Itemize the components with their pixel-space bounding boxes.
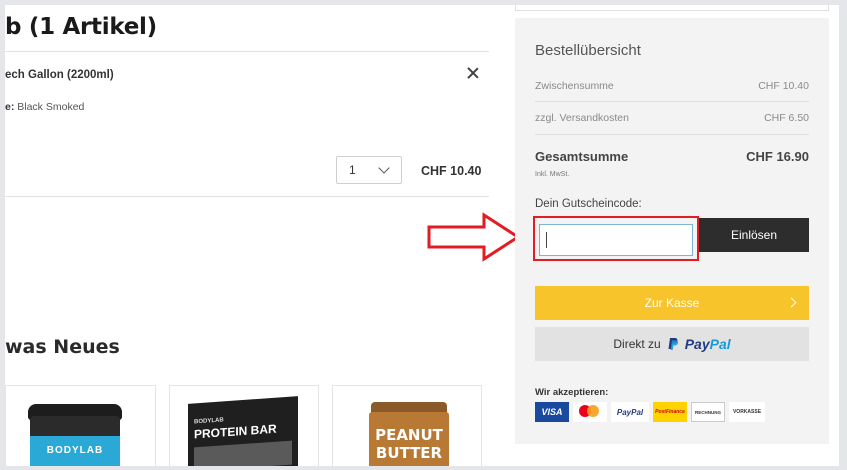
payment-logos: VISA PayPal PostFinance RECHNUNG VORKASS…: [535, 402, 765, 422]
product-card[interactable]: BODYLAB: [5, 385, 156, 466]
product-label: PROTEIN BAR: [194, 421, 277, 442]
annotation-arrow-icon: [427, 212, 521, 262]
product-image: BODYLAB PROTEIN BAR: [188, 396, 298, 466]
chevron-down-icon: [378, 162, 390, 174]
paypal-logo-icon: PayPal: [611, 402, 649, 422]
paypal-prefix: Direkt zu: [613, 337, 661, 351]
line-price: CHF 10.40: [421, 164, 482, 178]
cart-item-name[interactable]: ech Gallon (2200ml): [5, 69, 114, 81]
redeem-voucher-button[interactable]: Einlösen: [699, 218, 809, 252]
shipping-row: zzgl. Versandkosten CHF 6.50: [535, 112, 809, 124]
subtotal-row: Zwischensumme CHF 10.40: [535, 80, 809, 92]
order-summary-panel: Bestellübersicht Zwischensumme CHF 10.40…: [515, 18, 829, 444]
mastercard-logo-icon: [573, 402, 607, 422]
total-row: Gesamtsumme CHF 16.90: [535, 149, 809, 164]
chevron-right-icon: [786, 297, 797, 308]
remove-item-icon[interactable]: [465, 66, 481, 82]
recommendations-title: was Neues: [5, 336, 120, 358]
checkout-button[interactable]: Zur Kasse: [535, 286, 809, 320]
checkout-label: Zur Kasse: [644, 296, 700, 310]
product-card[interactable]: PEANUT BUTTER: [332, 385, 482, 466]
summary-title: Bestellübersicht: [535, 42, 641, 59]
accepted-payments-label: Wir akzeptieren:: [535, 387, 609, 398]
shipping-label: zzgl. Versandkosten: [535, 112, 629, 124]
paypal-wordmark: PayPal: [684, 336, 731, 352]
divider: [535, 101, 809, 102]
page-frame: b (1 Artikel) ech Gallon (2200ml) e: Bla…: [5, 5, 839, 466]
quantity-value: 1: [349, 163, 356, 177]
product-brand: BODYLAB: [46, 445, 104, 456]
paypal-logo-icon: [668, 338, 678, 350]
vat-note: Inkl. MwSt.: [535, 171, 570, 178]
subtotal-value: CHF 10.40: [758, 80, 809, 92]
divider: [5, 196, 489, 197]
variant-label: e:: [5, 101, 15, 113]
invoice-logo-icon: RECHNUNG: [691, 402, 725, 422]
variant-value: Black Smoked: [14, 101, 85, 113]
prepayment-logo-icon: VORKASSE: [729, 402, 765, 422]
shipping-value: CHF 6.50: [764, 112, 809, 124]
product-brand: BODYLAB: [194, 417, 224, 426]
quantity-select[interactable]: 1: [336, 156, 402, 184]
postfinance-logo-icon: PostFinance: [653, 402, 687, 422]
product-card[interactable]: BODYLAB PROTEIN BAR: [169, 385, 319, 466]
divider: [5, 51, 489, 52]
cart-item-variant: e: Black Smoked: [5, 101, 84, 113]
cart-title: b (1 Artikel): [5, 14, 157, 40]
paypal-express-button[interactable]: Direkt zu PayPal: [535, 327, 809, 361]
total-value: CHF 16.90: [746, 149, 809, 164]
subtotal-label: Zwischensumme: [535, 80, 614, 92]
total-label: Gesamtsumme: [535, 149, 629, 164]
divider: [535, 134, 809, 135]
visa-logo-icon: VISA: [535, 402, 569, 422]
voucher-label: Dein Gutscheincode:: [535, 198, 642, 210]
panel-edge: [515, 5, 829, 11]
annotation-highlight-box: [533, 216, 699, 261]
product-label: PEANUT BUTTER: [375, 426, 443, 462]
